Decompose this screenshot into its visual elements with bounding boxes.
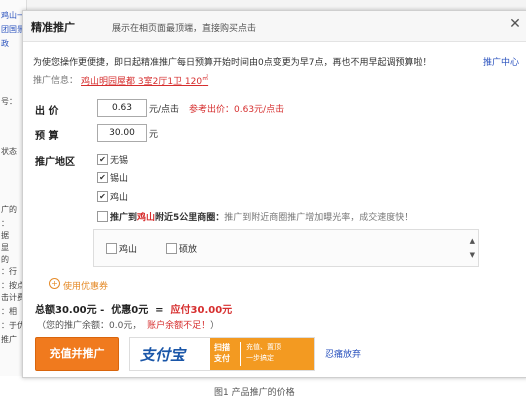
close-icon[interactable]: ✕ bbox=[507, 16, 523, 32]
bid-input[interactable]: 0.63 bbox=[97, 99, 147, 117]
nearby-hint: 推广到附近商圈推广增加曝光率，成交速度快！ bbox=[224, 213, 414, 223]
alipay-scan-panel: 扫描支付 充值、置顶一步搞定 bbox=[210, 338, 314, 370]
scan-line-1: 扫描 bbox=[214, 343, 230, 352]
balance-text: （您的推广余额：0.0元， bbox=[37, 321, 142, 331]
nearby-suffix: 附近5公里商圈： bbox=[155, 213, 225, 223]
dialog-header: 精准推广 展示在相页面最顶端，直接购买点击 ✕ bbox=[23, 11, 526, 42]
nearby-area-checkbox[interactable] bbox=[97, 211, 108, 222]
region-checkbox-jishan[interactable]: ✔ bbox=[97, 191, 108, 202]
dialog-subtitle: 展示在相页面最顶端，直接购买点击 bbox=[112, 24, 257, 34]
desc-line-2: 一步搞定 bbox=[246, 354, 274, 362]
alipay-logo: 支付宝 bbox=[140, 346, 186, 364]
area-unit: ㎡ bbox=[202, 75, 209, 82]
discount-amount: 优惠0元 bbox=[111, 305, 149, 316]
payable-amount: 应付30.00元 bbox=[170, 305, 233, 316]
sub-area-label: 鸡山 bbox=[119, 245, 138, 255]
payment-summary: 总额30.00元 - 优惠0元 = 应付30.00元 bbox=[35, 305, 233, 316]
reference-bid: 参考出价：0.63元/点击 bbox=[189, 105, 285, 115]
nearby-prefix: 推广到 bbox=[110, 213, 138, 223]
balance-line: （您的推广余额：0.0元， 账户余额不足！） bbox=[37, 318, 219, 331]
nearby-area-list: 鸡山 硕放 ▲ ▼ bbox=[93, 229, 479, 267]
promotion-center-link[interactable]: 推广中心 bbox=[483, 55, 519, 68]
region-option-label: 锡山 bbox=[110, 174, 129, 184]
insufficient-balance-warning: 账户余额不足！ bbox=[147, 321, 211, 331]
budget-label: 预 算 bbox=[35, 131, 59, 142]
use-coupon-link[interactable]: 使用优惠券 bbox=[63, 279, 108, 292]
region-label: 推广地区 bbox=[35, 157, 75, 168]
budget-notice: 为使您操作更便捷，即日起精准推广每日预算开始时间由0点变更为早7点，再也不用早起… bbox=[33, 58, 432, 68]
alipay-divider bbox=[240, 342, 241, 366]
budget-input[interactable]: 30.00 bbox=[97, 124, 147, 142]
region-checkbox-xishan[interactable]: ✔ bbox=[97, 172, 108, 183]
alipay-button[interactable]: 支付宝 扫描支付 充值、置顶一步搞定 bbox=[129, 337, 315, 371]
promo-info-link[interactable]: 鸡山明园屋都 3室2厅1卫 120㎡ bbox=[81, 73, 208, 87]
desc-line-1: 充值、置顶 bbox=[246, 343, 281, 351]
bid-label: 出 价 bbox=[35, 106, 59, 117]
bid-unit: 元/点击 bbox=[149, 105, 180, 115]
alipay-desc: 充值、置顶 一步搞定 bbox=[246, 342, 281, 364]
budget-unit: 元 bbox=[149, 130, 159, 140]
precise-promotion-dialog: 精准推广 展示在相页面最顶端，直接购买点击 ✕ 为使您操作更便捷，即日起精准推广… bbox=[22, 10, 526, 378]
region-option-label: 鸡山 bbox=[110, 193, 129, 203]
list-scroll-arrows[interactable]: ▲ ▼ bbox=[470, 234, 475, 262]
promo-info-text: 鸡山明园屋都 3室2厅1卫 120 bbox=[81, 77, 203, 87]
nearby-area-label: 推广到鸡山附近5公里商圈：推广到附近商圈推广增加曝光率，成交速度快！ bbox=[110, 210, 413, 223]
region-option-label: 无锡 bbox=[110, 156, 129, 166]
alipay-scan-text: 扫描 支付 bbox=[214, 342, 230, 364]
dialog-title: 精准推广 bbox=[31, 21, 75, 34]
sub-area-label: 硕放 bbox=[179, 245, 198, 255]
nearby-place: 鸡山 bbox=[137, 213, 156, 223]
sub-area-checkbox-jishan[interactable] bbox=[106, 243, 117, 254]
figure-caption: 图1 产品推广的价格 bbox=[214, 388, 295, 398]
scan-line-2: 支付 bbox=[214, 354, 230, 363]
balance-end: ） bbox=[210, 321, 220, 331]
background-footer: 图1 产品推广的价格 bbox=[0, 376, 526, 398]
recharge-and-promote-button[interactable]: 充值并推广 bbox=[35, 337, 119, 371]
promo-info-label: 推广信息： bbox=[33, 76, 79, 86]
give-up-link[interactable]: 忍痛放弃 bbox=[325, 347, 361, 360]
region-checkbox-wuxi[interactable]: ✔ bbox=[97, 154, 108, 165]
plus-circle-icon: + bbox=[49, 278, 60, 289]
sub-area-checkbox-shuofang[interactable] bbox=[166, 243, 177, 254]
total-amount: 总额30.00元 bbox=[35, 305, 97, 316]
